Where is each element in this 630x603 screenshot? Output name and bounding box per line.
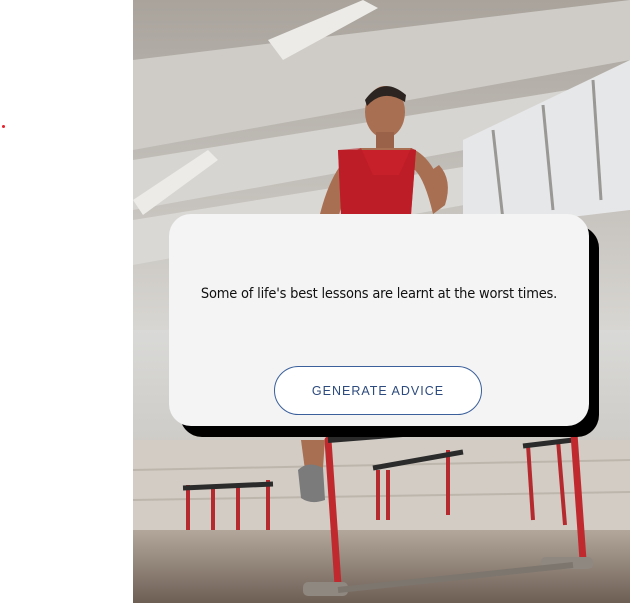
generate-advice-button[interactable]: GENERATE ADVICE xyxy=(274,366,482,415)
advice-text: Some of life's best lessons are learnt a… xyxy=(200,286,558,302)
advice-card: Some of life's best lessons are learnt a… xyxy=(169,214,589,426)
advice-page: Some of life's best lessons are learnt a… xyxy=(0,0,630,603)
accent-dot xyxy=(2,125,5,128)
